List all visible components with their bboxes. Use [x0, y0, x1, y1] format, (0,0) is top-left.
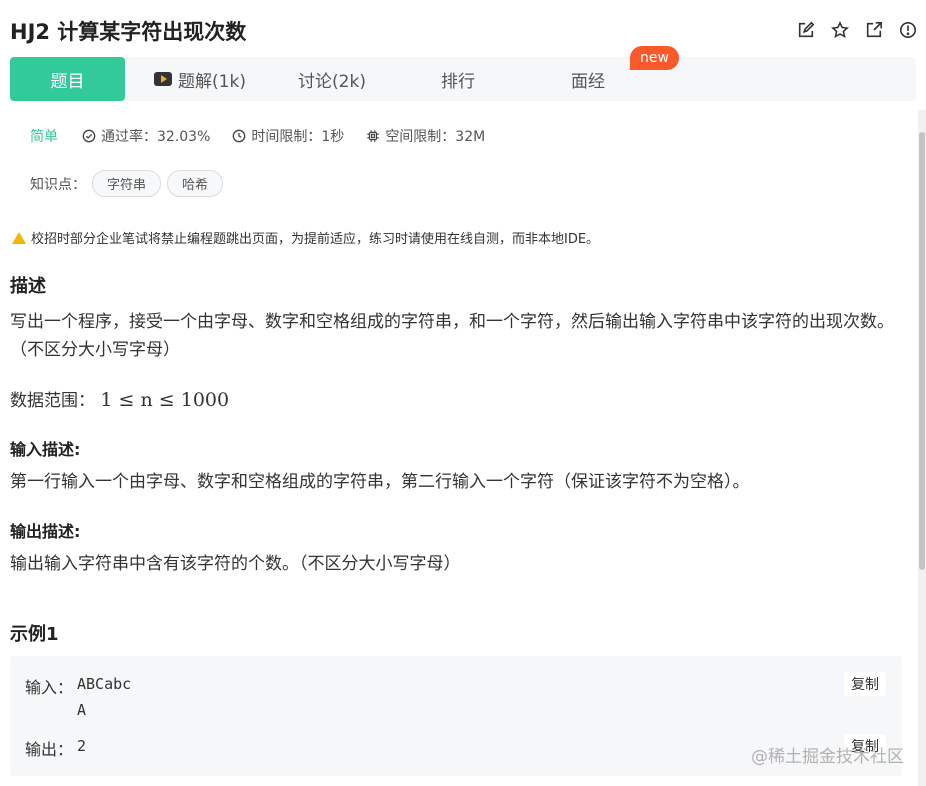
- example-input-label: 输入：: [25, 678, 74, 697]
- watermark: @稀土掘金技术社区: [751, 747, 904, 767]
- tab-label: 排行: [441, 71, 475, 92]
- tab-solutions[interactable]: 题解(1k): [150, 57, 250, 101]
- tab-interview[interactable]: 面经: [560, 57, 616, 101]
- tag-string[interactable]: 字符串: [92, 170, 162, 197]
- scrollbar-thumb[interactable]: [919, 132, 925, 570]
- output-desc-heading: 输出描述:: [10, 522, 81, 541]
- info-icon[interactable]: [898, 20, 918, 40]
- video-icon: [154, 72, 173, 86]
- difficulty-level: 简单: [30, 129, 58, 145]
- star-icon[interactable]: [830, 20, 850, 40]
- warning-icon: [12, 231, 26, 244]
- time-limit: 时间限制：1秒: [232, 126, 344, 146]
- copy-input-button[interactable]: 复制: [844, 672, 886, 696]
- external-link-icon[interactable]: [864, 20, 884, 40]
- example-input-value[interactable]: ABCabc A: [77, 671, 131, 723]
- pass-rate-text: 通过率：32.03%: [101, 129, 211, 145]
- output-desc-text: 输出输入字符串中含有该字符的个数。（不区分大小写字母）: [10, 554, 461, 574]
- problem-title: HJ2 计算某字符出现次数: [10, 20, 247, 44]
- example-output-value[interactable]: 2: [77, 733, 86, 759]
- tab-label: 题目: [50, 71, 85, 92]
- scrollbar[interactable]: [918, 110, 926, 786]
- warning-text: 校招时部分企业笔试将禁止编程题跳出页面，为提前适应，练习时请使用在线自测，而非本…: [31, 232, 600, 247]
- header-actions: [796, 20, 918, 40]
- tab-label: 题解(1k): [178, 71, 246, 92]
- space-limit: 空间限制：32M: [366, 126, 485, 146]
- problem-tabs: 题目 题解(1k) 讨论(2k) 排行 面经: [10, 57, 916, 101]
- problem-content: 简单 通过率：32.03% 时间限制：1秒 空间限制：32M 知识点： 字符串 …: [0, 110, 918, 786]
- description-text: 写出一个程序，接受一个由字母、数字和空格组成的字符串，和一个字符，然后输出输入字…: [10, 312, 894, 360]
- example-heading: 示例1: [10, 624, 59, 645]
- knowledge-label: 知识点：: [30, 176, 86, 193]
- data-range: 数据范围： 1 ≤ n ≤ 1000: [10, 386, 900, 415]
- chip-icon: [367, 130, 379, 142]
- input-desc-text: 第一行输入一个由字母、数字和空格组成的字符串，第二行输入一个字符（保证该字符不为…: [10, 472, 750, 492]
- data-range-formula: 1 ≤ n ≤ 1000: [100, 389, 230, 411]
- tab-discussion[interactable]: 讨论(2k): [292, 57, 372, 101]
- tab-ranking[interactable]: 排行: [430, 57, 486, 101]
- data-range-label: 数据范围：: [10, 391, 95, 411]
- problem-meta: 简单 通过率：32.03% 时间限制：1秒 空间限制：32M: [30, 126, 507, 146]
- tab-label: 面经: [571, 71, 605, 92]
- time-limit-text: 时间限制：1秒: [251, 129, 345, 145]
- check-circle-icon: [82, 129, 96, 143]
- exam-warning: 校招时部分企业笔试将禁止编程题跳出页面，为提前适应，练习时请使用在线自测，而非本…: [12, 228, 599, 247]
- tag-hash[interactable]: 哈希: [167, 170, 224, 197]
- new-badge: new: [630, 46, 679, 70]
- tab-label: 讨论(2k): [298, 71, 366, 92]
- clock-icon: [233, 129, 246, 143]
- page-header: HJ2 计算某字符出现次数: [0, 0, 926, 56]
- description-heading: 描述: [10, 276, 46, 297]
- knowledge-points: 知识点： 字符串 哈希: [30, 170, 224, 197]
- tab-problem[interactable]: 题目: [10, 57, 125, 101]
- input-desc-heading: 输入描述:: [10, 440, 81, 459]
- space-limit-text: 空间限制：32M: [385, 129, 486, 145]
- edit-icon[interactable]: [796, 20, 816, 40]
- example-output-label: 输出：: [25, 740, 74, 759]
- pass-rate: 通过率：32.03%: [82, 126, 210, 146]
